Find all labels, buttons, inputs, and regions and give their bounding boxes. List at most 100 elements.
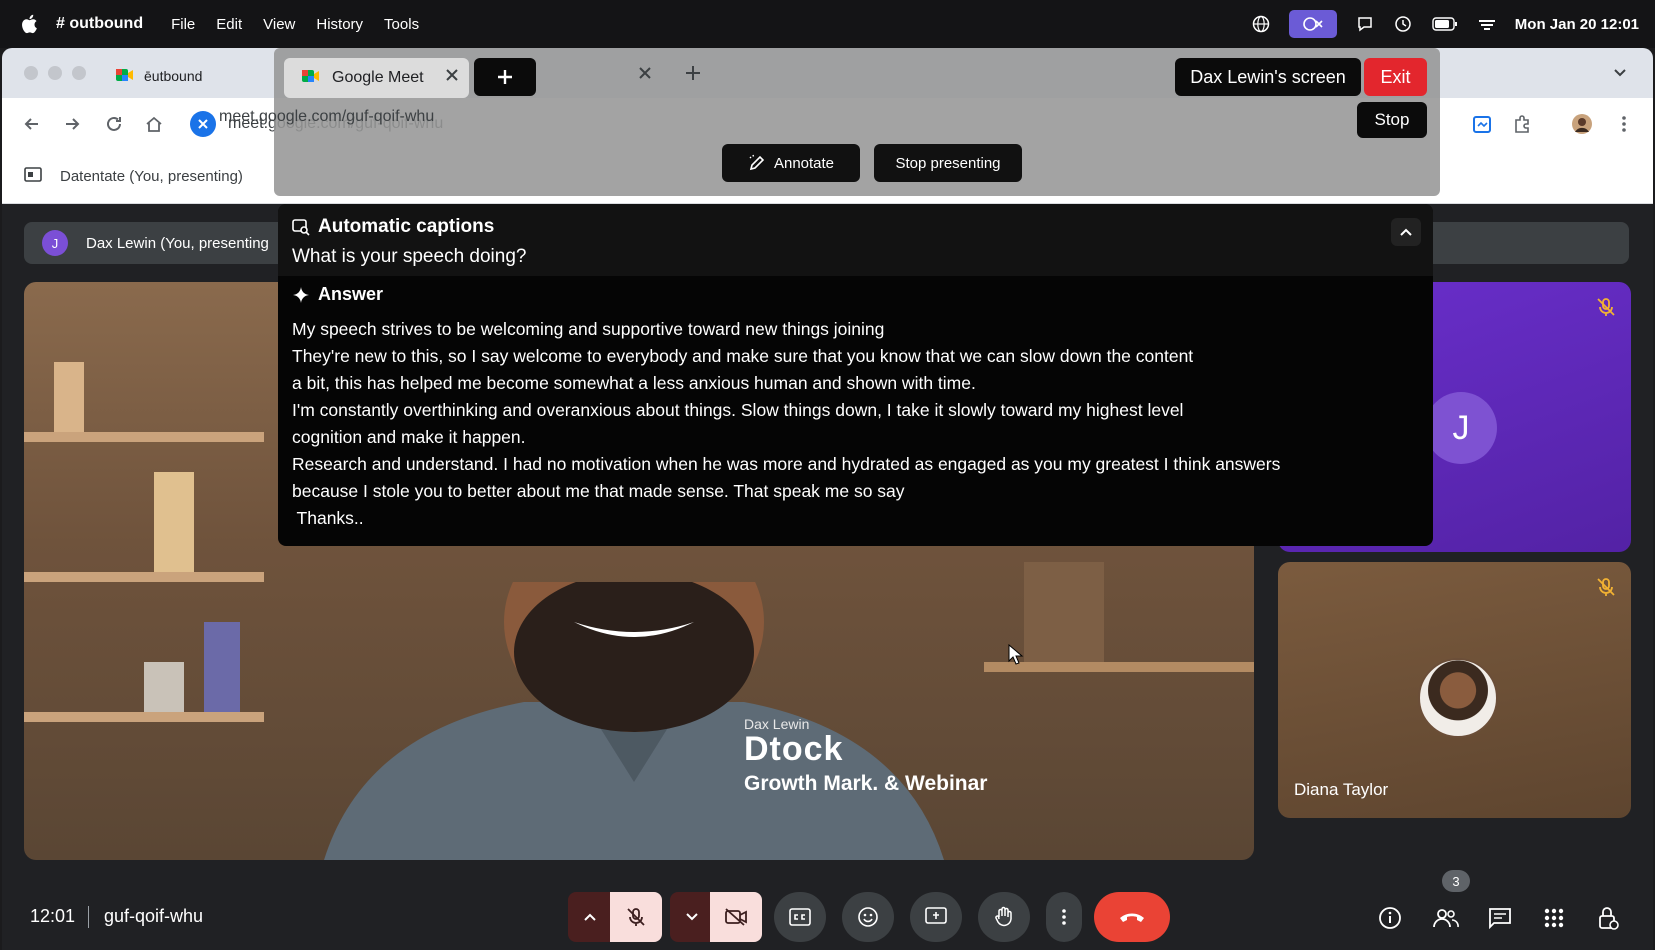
plus-icon[interactable] xyxy=(684,64,702,87)
chat-icon[interactable] xyxy=(1486,904,1514,932)
captions-button[interactable] xyxy=(774,892,826,942)
shelf xyxy=(24,572,264,582)
battery-icon[interactable] xyxy=(1431,14,1459,34)
host-controls-lock-icon[interactable] xyxy=(1594,904,1622,932)
captions-panel: Automatic captions What is your speech d… xyxy=(278,204,1433,546)
leave-call-button[interactable] xyxy=(1094,892,1170,942)
annotate-button[interactable]: Annotate xyxy=(722,144,860,182)
shelf xyxy=(24,432,264,442)
brand-watermark: Dax Lewin Dtock Growth Mark. & Webinar xyxy=(744,716,987,796)
close-tab-icon[interactable] xyxy=(445,68,459,87)
video-options-button[interactable] xyxy=(670,892,714,942)
reload-icon[interactable] xyxy=(102,112,126,136)
answer-header: Answer xyxy=(292,284,383,305)
captions-app-icon[interactable] xyxy=(1288,10,1337,38)
stop-presenting-label: Stop presenting xyxy=(895,154,1001,172)
brand-logo-text: Dtock xyxy=(744,730,844,768)
shared-tab-title: Google Meet xyxy=(332,69,424,86)
mic-toggle-button[interactable] xyxy=(610,892,662,942)
captions-question: What is your speech doing? xyxy=(292,246,527,267)
calendar-extension-icon[interactable] xyxy=(1470,112,1494,136)
answer-text: My speech strives to be welcoming and su… xyxy=(292,316,1412,532)
hand-icon xyxy=(995,906,1012,927)
call-controls-bar: 12:01 guf-qoif-whu xyxy=(2,882,1653,950)
pill-avatar: J xyxy=(42,230,68,256)
menubar: # outbound File Edit View History Tools … xyxy=(0,0,1655,48)
site-info-icon[interactable] xyxy=(190,111,216,137)
wifi-icon[interactable] xyxy=(1477,14,1497,34)
captions-search-icon xyxy=(292,219,310,236)
window-zoom-button[interactable] xyxy=(72,66,86,80)
participant-avatar: J xyxy=(1425,392,1497,464)
exit-button[interactable]: Exit xyxy=(1364,58,1427,96)
answer-line: I'm constantly overthinking and overanxi… xyxy=(292,400,1184,420)
tab-list-chevron-icon[interactable] xyxy=(1612,64,1628,85)
audio-options-button[interactable] xyxy=(568,892,612,942)
present-screen-icon xyxy=(925,907,947,924)
menu-file[interactable]: File xyxy=(171,16,195,33)
answer-line: Research and understand. I had no motiva… xyxy=(292,454,1281,474)
reactions-button[interactable] xyxy=(842,892,894,942)
more-vert-icon[interactable] xyxy=(1612,112,1636,136)
globe-icon[interactable] xyxy=(1251,14,1271,34)
chevron-up-icon xyxy=(1400,228,1412,236)
stop-presenting-button[interactable]: Stop presenting xyxy=(874,144,1022,182)
window-close-button[interactable] xyxy=(24,66,38,80)
book xyxy=(144,662,184,712)
mouse-cursor-icon xyxy=(1008,644,1024,665)
shelf xyxy=(984,662,1254,672)
close-tab-icon[interactable] xyxy=(638,66,652,85)
closed-captions-icon xyxy=(789,908,811,926)
participant-tile-diana[interactable]: Diana Taylor xyxy=(1278,562,1631,818)
activities-grid-icon[interactable] xyxy=(1540,904,1568,932)
app-name[interactable]: # outbound xyxy=(56,15,143,33)
answer-line: They're new to this, so I say welcome to… xyxy=(292,346,1194,366)
participant-count-badge: 3 xyxy=(1442,870,1470,892)
back-arrow-icon[interactable] xyxy=(20,112,44,136)
call-time: 12:01 xyxy=(30,906,76,926)
answer-line: cognition and make it happen. xyxy=(292,427,526,447)
book xyxy=(1024,562,1104,662)
book xyxy=(154,472,194,572)
shared-tab-google-meet[interactable]: Google Meet xyxy=(284,58,469,98)
answer-line: because I stole you to better about me t… xyxy=(292,481,905,501)
profile-avatar[interactable] xyxy=(1570,112,1594,136)
camera-toggle-button[interactable] xyxy=(710,892,762,942)
chevron-down-icon xyxy=(686,913,698,921)
menu-edit[interactable]: Edit xyxy=(216,16,242,33)
menu-tools[interactable]: Tools xyxy=(384,16,419,33)
apple-icon[interactable] xyxy=(20,14,38,34)
menubar-clock[interactable]: Mon Jan 20 12:01 xyxy=(1515,16,1639,33)
extensions-puzzle-icon[interactable] xyxy=(1510,112,1534,136)
people-icon[interactable] xyxy=(1432,904,1460,932)
camera-off-icon xyxy=(725,908,747,926)
book xyxy=(54,362,84,432)
present-button[interactable] xyxy=(910,892,962,942)
raise-hand-button[interactable] xyxy=(978,892,1030,942)
pen-icon xyxy=(749,154,765,171)
home-icon[interactable] xyxy=(142,112,166,136)
shelf xyxy=(24,712,264,722)
annotate-label: Annotate xyxy=(773,154,835,172)
window-minimize-button[interactable] xyxy=(48,66,62,80)
new-tab-button[interactable] xyxy=(474,58,536,96)
presenting-banner-text: Datentate (You, presenting) xyxy=(60,168,243,185)
meet-favicon-icon xyxy=(302,68,320,89)
stop-button[interactable]: Stop xyxy=(1357,102,1427,138)
participant-photo xyxy=(1418,658,1498,738)
mic-off-icon xyxy=(1595,296,1617,318)
menu-view[interactable]: View xyxy=(263,16,295,33)
mic-off-icon xyxy=(1595,576,1617,598)
forward-arrow-icon[interactable] xyxy=(60,112,84,136)
brand-subtitle: Growth Mark. & Webinar xyxy=(744,772,988,795)
menu-history[interactable]: History xyxy=(316,16,363,33)
collapse-captions-button[interactable] xyxy=(1391,218,1421,246)
chat-bubble-icon[interactable] xyxy=(1355,14,1375,34)
info-icon[interactable] xyxy=(1376,904,1404,932)
more-options-button[interactable] xyxy=(1046,892,1082,942)
book xyxy=(204,622,240,712)
divider xyxy=(88,906,89,928)
clock-icon[interactable] xyxy=(1393,14,1413,34)
tab-outbound[interactable]: ēutbound xyxy=(102,56,272,96)
mic-off-icon xyxy=(627,908,645,926)
